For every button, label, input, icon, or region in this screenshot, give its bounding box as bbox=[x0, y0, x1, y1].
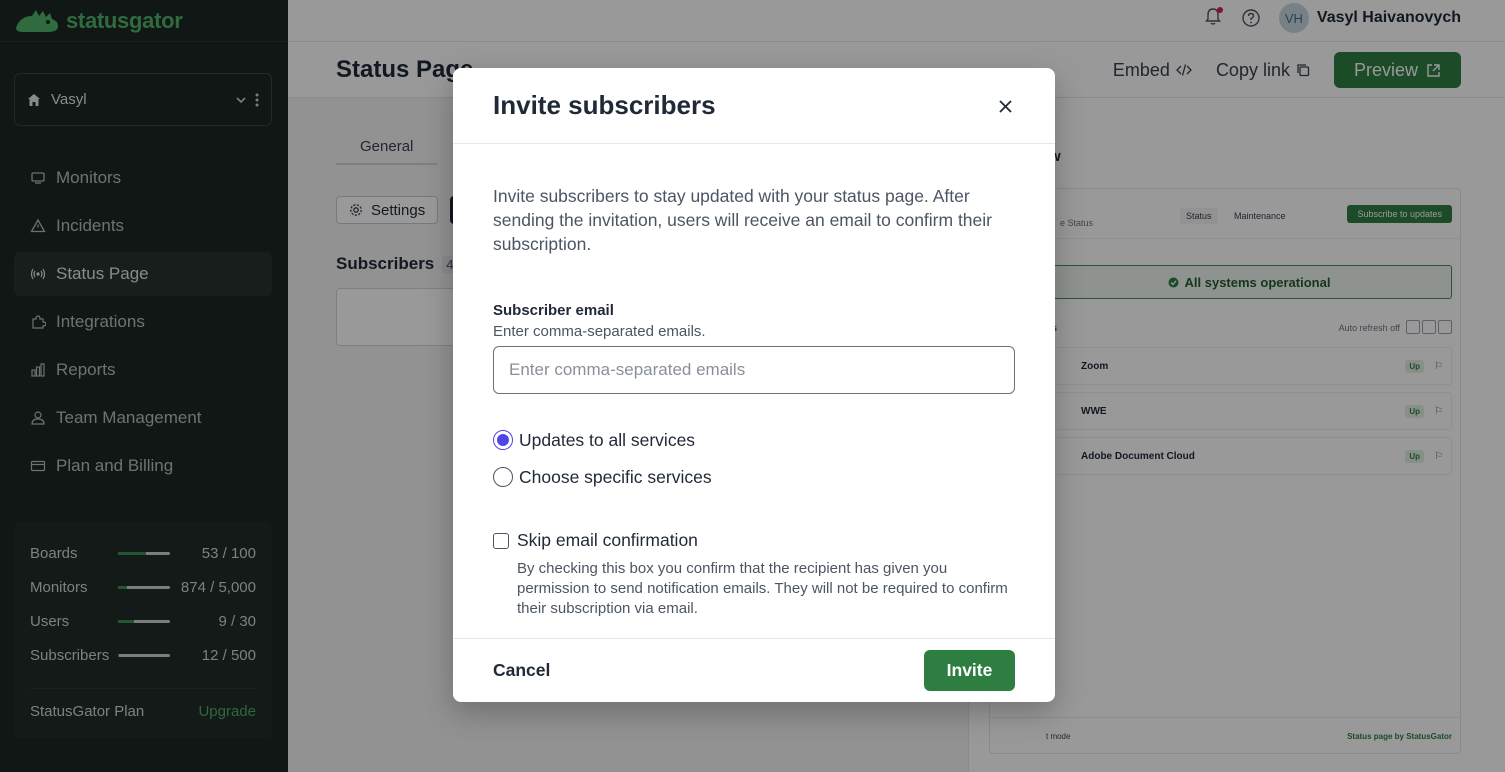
radio-specific-services-label: Choose specific services bbox=[519, 466, 712, 487]
skip-confirmation-checkbox[interactable] bbox=[493, 532, 509, 549]
skip-confirmation-label: Skip email confirmation bbox=[517, 530, 698, 550]
email-label: Subscriber email bbox=[493, 302, 614, 319]
email-hint: Enter comma-separated emails. bbox=[493, 323, 706, 340]
radio-all-services-control[interactable] bbox=[493, 430, 513, 450]
cancel-button[interactable]: Cancel bbox=[493, 660, 550, 681]
dialog-title: Invite subscribers bbox=[493, 90, 716, 120]
skip-confirmation-description: By checking this box you confirm that th… bbox=[517, 560, 1008, 617]
dialog-body: Invite subscribers to stay updated with … bbox=[453, 144, 1055, 619]
radio-specific-services-control[interactable] bbox=[493, 467, 513, 487]
close-icon bbox=[998, 99, 1012, 113]
skip-confirmation-row[interactable]: Skip email confirmation bbox=[493, 530, 1015, 551]
invite-button[interactable]: Invite bbox=[924, 650, 1015, 691]
dialog-description: Invite subscribers to stay updated with … bbox=[493, 186, 992, 254]
dialog-footer: Cancel Invite bbox=[453, 638, 1055, 702]
email-field[interactable] bbox=[493, 346, 1015, 394]
radio-all-services-label: Updates to all services bbox=[519, 429, 696, 450]
radio-all-services[interactable]: Updates to all services bbox=[493, 428, 1015, 452]
service-scope-radio-group: Updates to all services Choose specific … bbox=[493, 428, 1015, 489]
close-button[interactable] bbox=[995, 96, 1015, 116]
dialog-header: Invite subscribers bbox=[453, 68, 1055, 144]
invite-subscribers-dialog: Invite subscribers Invite subscribers to… bbox=[453, 68, 1055, 702]
radio-specific-services[interactable]: Choose specific services bbox=[493, 465, 1015, 489]
